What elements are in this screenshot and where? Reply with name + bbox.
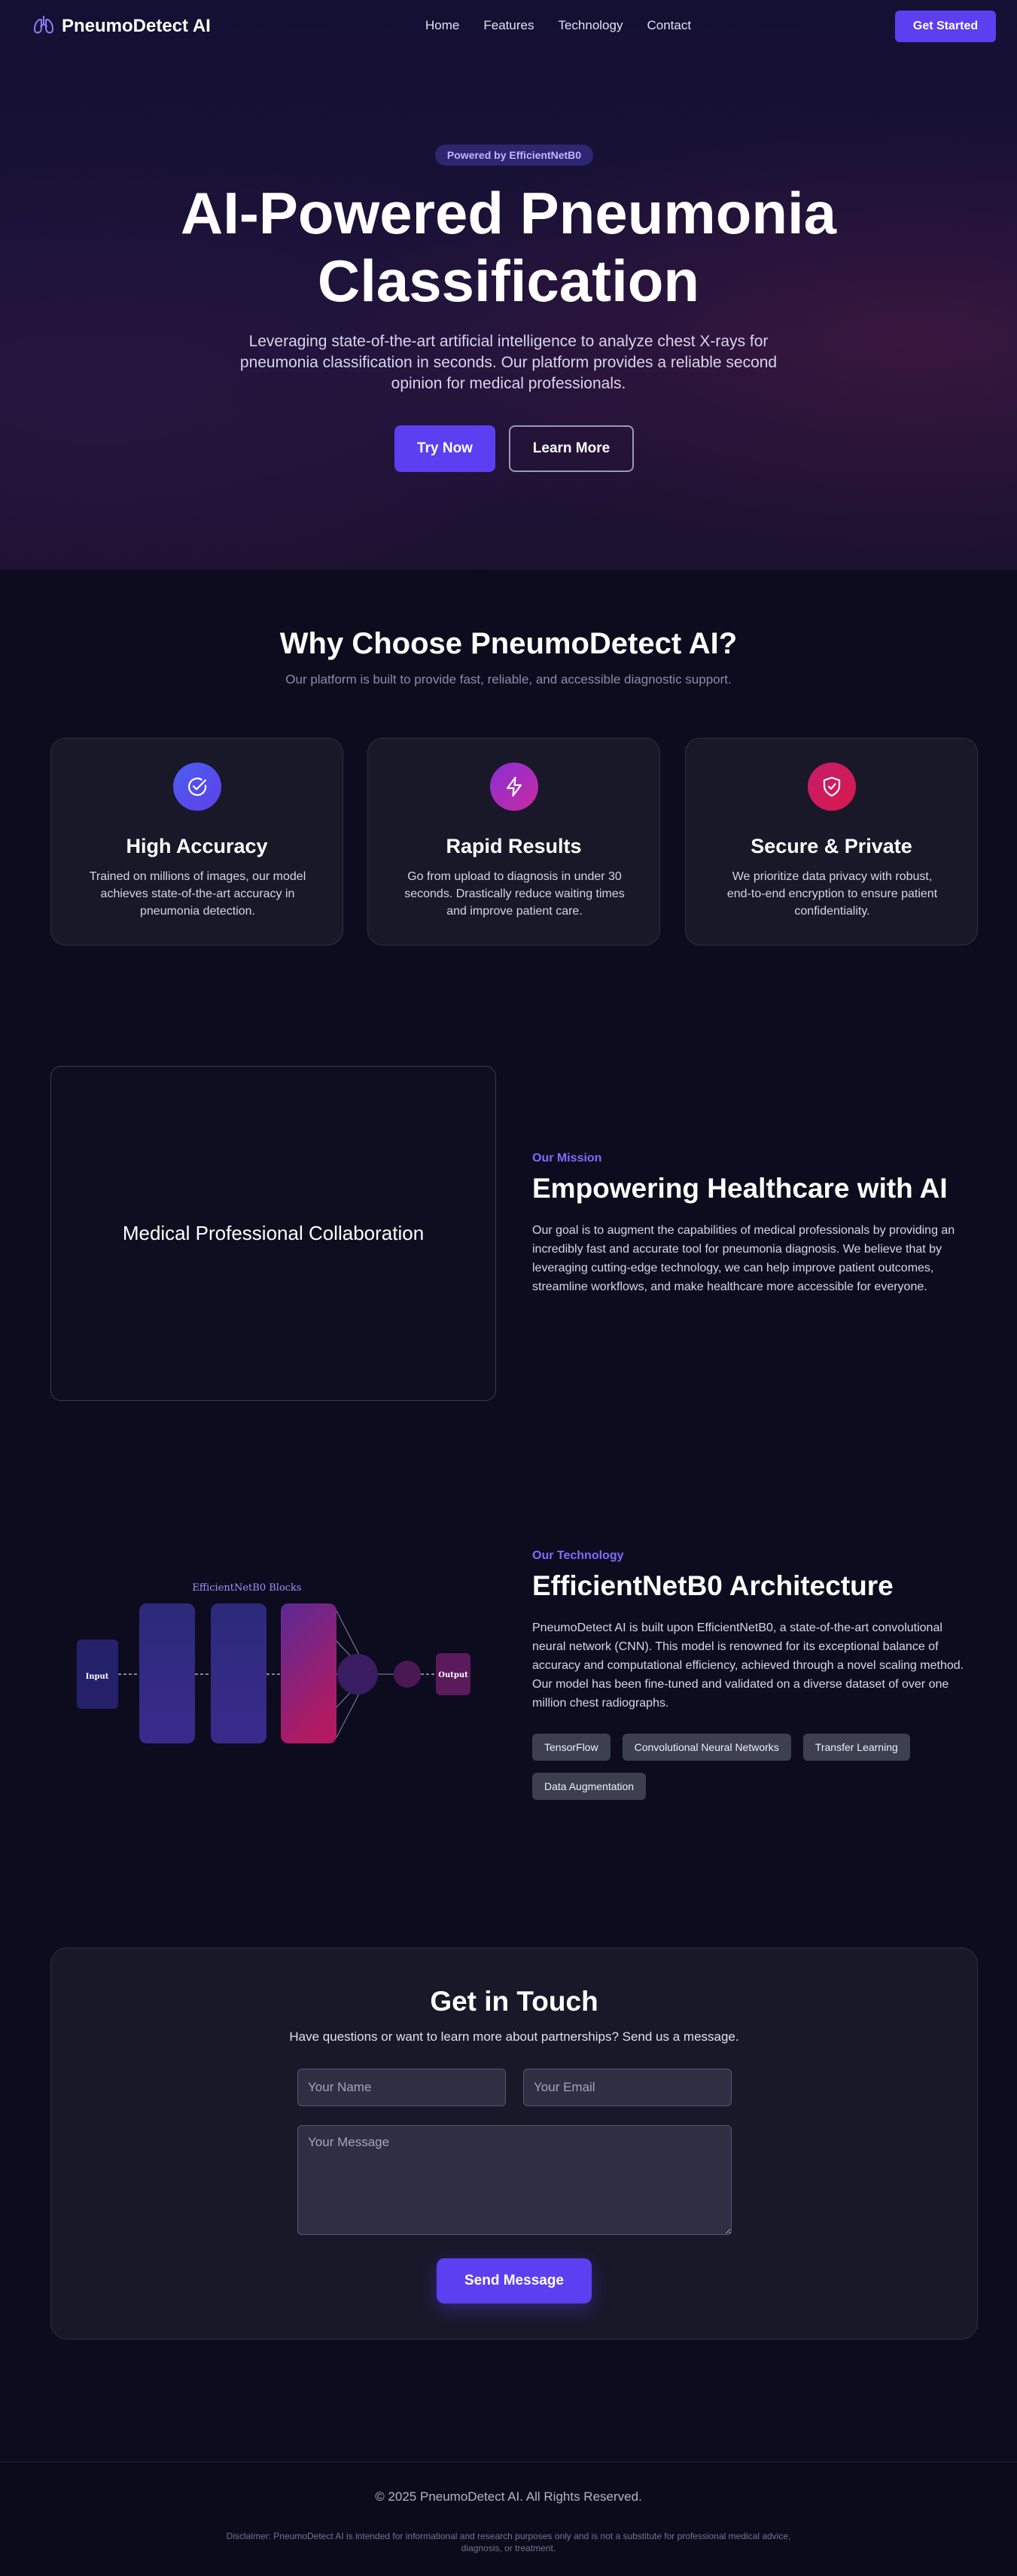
contact-section: Get in Touch Have questions or want to l…	[50, 1947, 978, 2340]
contact-title: Get in Touch	[430, 1986, 598, 2017]
nav-link-contact[interactable]: Contact	[647, 18, 691, 33]
tag-transfer-learning: Transfer Learning	[802, 1734, 910, 1761]
check-circle-icon	[173, 763, 221, 811]
feature-card-title: High Accuracy	[126, 835, 268, 857]
feature-card-accuracy: High Accuracy Trained on millions of ima…	[50, 738, 343, 945]
diagram-output-label: Output	[438, 1671, 468, 1679]
diagram-blocks-label: EfficientNetB0 Blocks	[192, 1582, 301, 1594]
features-subtitle: Our platform is built to provide fast, r…	[285, 672, 732, 687]
nav-link-features[interactable]: Features	[483, 18, 534, 33]
top-nav: PneumoDetect AI Home Features Technology…	[0, 0, 1017, 53]
hero-actions: Try Now Learn More	[394, 425, 634, 472]
learn-more-button[interactable]: Learn More	[509, 425, 634, 472]
contact-subtitle: Have questions or want to learn more abo…	[289, 2029, 739, 2044]
technology-eyebrow: Our Technology	[532, 1549, 624, 1562]
mission-image-placeholder: Medical Professional Collaboration	[50, 1066, 496, 1401]
hero-title: AI-Powered Pneumonia Classification	[75, 179, 942, 315]
technology-tags: TensorFlow Convolutional Neural Networks…	[532, 1734, 984, 1800]
page: Powered by EfficientNetB0 AI-Powered Pne…	[0, 0, 1017, 2576]
tag-data-augmentation: Data Augmentation	[532, 1773, 647, 1800]
footer: © 2025 PneumoDetect AI. All Rights Reser…	[0, 2462, 1017, 2576]
try-now-button[interactable]: Try Now	[394, 425, 495, 472]
technology-title: EfficientNetB0 Architecture	[532, 1570, 894, 1601]
hero-subtitle: Leveraging state-of-the-art artificial i…	[239, 333, 778, 392]
hero-title-line-1: AI-Powered Pneumonia	[180, 180, 837, 246]
technology-text: PneumoDetect AI is built upon EfficientN…	[532, 1621, 964, 1710]
copyright: © 2025 PneumoDetect AI. All Rights Reser…	[375, 2489, 642, 2504]
tag-tensorflow: TensorFlow	[532, 1734, 611, 1761]
features-title: Why Choose PneumoDetect AI?	[279, 627, 738, 660]
tag-cnn: Convolutional Neural Networks	[622, 1734, 791, 1761]
message-field[interactable]	[297, 2125, 732, 2235]
mission-text: Our goal is to augment the capabilities …	[532, 1224, 955, 1293]
hero-section: Powered by EfficientNetB0 AI-Powered Pne…	[0, 0, 1017, 570]
email-field[interactable]	[523, 2069, 732, 2106]
feature-card-security: Secure & Private We prioritize data priv…	[685, 738, 978, 945]
diagram-connector	[336, 1610, 360, 1655]
disclaimer: Disclaimer: PneumoDetect AI is intended …	[226, 2531, 791, 2553]
mission-title: Empowering Healthcare with AI	[532, 1173, 948, 1204]
feature-card-title: Secure & Private	[751, 835, 912, 857]
nav-link-technology[interactable]: Technology	[558, 18, 623, 33]
diagram-dense-node	[394, 1661, 421, 1688]
feature-card-text: Trained on millions of images, our model…	[89, 870, 306, 918]
diagram-block-3	[281, 1603, 336, 1743]
brand-name: PneumoDetect AI	[62, 16, 211, 36]
mission-eyebrow: Our Mission	[532, 1152, 602, 1165]
feature-card-speed: Rapid Results Go from upload to diagnosi…	[367, 738, 660, 945]
diagram-block-2	[211, 1603, 266, 1743]
hero-badge: Powered by EfficientNetB0	[435, 145, 593, 166]
diagram-block-1	[139, 1603, 195, 1743]
feature-card-text: We prioritize data privacy with robust, …	[726, 870, 938, 918]
mission-image-label: Medical Professional Collaboration	[122, 1222, 425, 1244]
lightning-icon	[490, 763, 538, 811]
architecture-diagram: EfficientNetB0 Blocks Input Output	[77, 1582, 470, 1743]
diagram-connector	[336, 1693, 360, 1738]
nav-link-home[interactable]: Home	[425, 18, 459, 33]
shield-icon	[808, 763, 856, 811]
diagram-pooling-node	[337, 1654, 378, 1694]
feature-card-text: Go from upload to diagnosis in under 30 …	[404, 870, 625, 918]
nav-links: Home Features Technology Contact	[425, 18, 691, 33]
send-message-button[interactable]: Send Message	[437, 2258, 592, 2303]
diagram-input-label: Input	[86, 1673, 109, 1681]
lungs-icon	[33, 15, 54, 38]
hero-title-line-2: Classification	[317, 248, 700, 314]
brand[interactable]: PneumoDetect AI	[33, 15, 211, 38]
feature-card-title: Rapid Results	[446, 835, 582, 857]
get-started-button[interactable]: Get Started	[895, 11, 996, 42]
name-field[interactable]	[297, 2069, 506, 2106]
